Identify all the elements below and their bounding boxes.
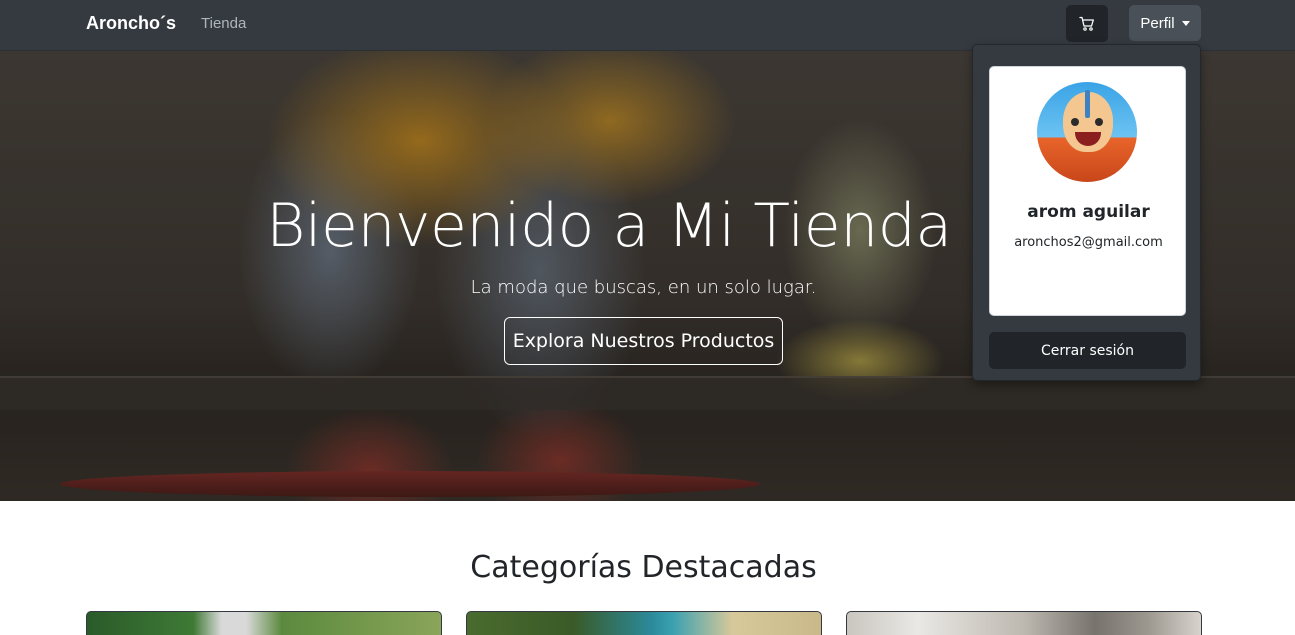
logout-button[interactable]: Cerrar sesión — [989, 332, 1186, 369]
profile-name: arom aguilar — [1027, 202, 1150, 222]
avatar-eye — [1071, 118, 1079, 126]
brand-link[interactable]: Aroncho´s — [86, 13, 176, 34]
cart-icon — [1079, 16, 1094, 31]
avatar-arrow-mark — [1085, 90, 1090, 118]
profile-dropdown-button[interactable]: Perfil — [1129, 5, 1201, 41]
section-title: Categorías Destacadas — [470, 550, 817, 585]
explore-products-button[interactable]: Explora Nuestros Productos — [504, 317, 783, 365]
cart-button[interactable] — [1066, 5, 1108, 42]
profile-card: arom aguilar aronchos2@gmail.com — [989, 66, 1186, 316]
category-card[interactable] — [86, 611, 442, 635]
nav-link-tienda[interactable]: Tienda — [201, 15, 246, 32]
category-card[interactable] — [466, 611, 822, 635]
avatar-eye — [1095, 118, 1103, 126]
profile-dropdown-menu: arom aguilar aronchos2@gmail.com Cerrar … — [972, 44, 1201, 381]
chevron-down-icon — [1181, 20, 1190, 26]
avatar — [1037, 82, 1137, 182]
category-card[interactable] — [846, 611, 1202, 635]
profile-email: aronchos2@gmail.com — [1014, 235, 1163, 250]
profile-button-label: Perfil — [1140, 14, 1175, 32]
